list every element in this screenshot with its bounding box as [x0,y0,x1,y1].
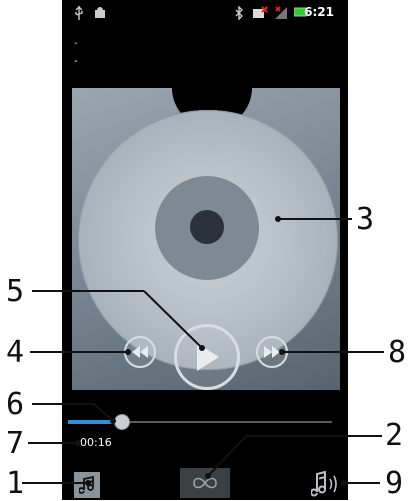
callout-2: 2 [385,418,404,453]
callout-6: 6 [6,387,25,422]
callout-8: 8 [388,335,407,370]
callout-4: 4 [6,335,25,370]
callout-1: 1 [6,466,25,501]
play-button[interactable] [174,324,240,390]
signal-icon [275,6,287,19]
progress-fill [68,420,121,424]
music-wave-icon [311,471,337,497]
previous-button[interactable] [124,336,156,368]
visualizer-button[interactable] [310,470,340,498]
rewind-icon [132,346,148,358]
infinite-button[interactable] [180,468,230,498]
bluetooth-icon [235,6,243,20]
callout-7: 7 [6,426,25,461]
music-library-button[interactable] [74,472,100,498]
callout-5: 5 [6,274,25,309]
disc-hole [190,210,224,244]
track-title: - [74,38,78,49]
next-button[interactable] [256,336,288,368]
android-debug-icon [95,7,105,18]
bottom-bar [62,466,348,500]
progress-knob[interactable] [113,414,130,430]
fast-forward-icon [264,346,280,358]
callout-9: 9 [385,466,404,501]
progress-track[interactable] [68,414,332,430]
usb-icon [75,6,83,20]
track-artist: - [74,56,78,67]
status-time: 6:21 [304,5,334,19]
music-note-icon [79,476,94,494]
phone-screen: 6:21 - - 00:16 [62,0,348,500]
infinity-icon [193,477,217,489]
status-bar: 6:21 [62,0,348,26]
play-icon [197,343,219,371]
elapsed-time: 00:16 [80,436,112,449]
callout-3: 3 [356,202,375,237]
no-sim-icon [253,6,268,18]
